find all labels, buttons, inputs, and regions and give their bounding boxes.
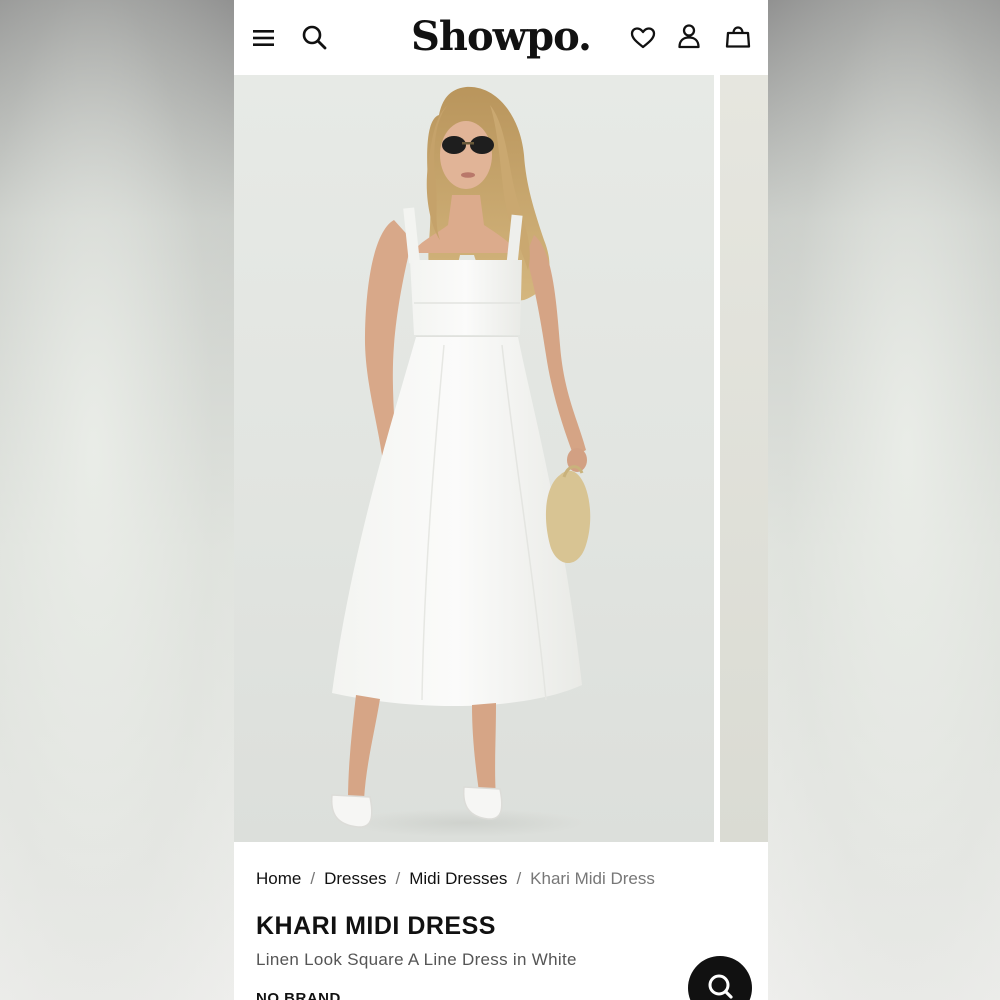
site-header: Showpo. [234, 0, 768, 75]
background-blur-left [0, 0, 234, 1000]
breadcrumb-separator: / [516, 869, 522, 888]
product-subtitle: Linen Look Square A Line Dress in White [256, 950, 577, 969]
user-icon[interactable] [675, 22, 703, 50]
product-image-carousel[interactable] [234, 75, 768, 842]
heart-icon[interactable] [629, 24, 657, 52]
product-info: Home / Dresses / Midi Dresses / Khari Midi Dre… [234, 842, 768, 1000]
breadcrumb-separator: / [395, 869, 401, 888]
background-blur-right [768, 0, 1000, 1000]
product-brand[interactable]: NO BRAND [256, 990, 341, 1000]
breadcrumb: Home / Dresses / Midi Dresses / Khari Midi Dre… [256, 869, 655, 889]
breadcrumb-separator: / [310, 869, 316, 888]
model-in-white-dress-photo [330, 86, 591, 837]
bag-icon[interactable] [724, 23, 752, 51]
menu-icon[interactable] [250, 24, 278, 52]
chat-search-icon [705, 971, 735, 1000]
product-title: KHARI MIDI DRESS [256, 912, 496, 940]
product-photo-next-preview[interactable] [720, 75, 768, 842]
chat-button[interactable] [688, 956, 752, 1000]
product-photo-main[interactable] [234, 75, 714, 842]
breadcrumb-current: Khari Midi Dress [530, 869, 655, 888]
breadcrumb-item-midi-dresses[interactable]: Midi Dresses [409, 869, 507, 888]
brand-logo[interactable]: Showpo. [404, 12, 598, 62]
search-icon[interactable] [300, 23, 328, 51]
breadcrumb-item-home[interactable]: Home [256, 869, 301, 888]
mobile-page: Showpo. Home / Dresses / Midi Dresses / … [234, 0, 768, 1000]
breadcrumb-item-dresses[interactable]: Dresses [324, 869, 386, 888]
